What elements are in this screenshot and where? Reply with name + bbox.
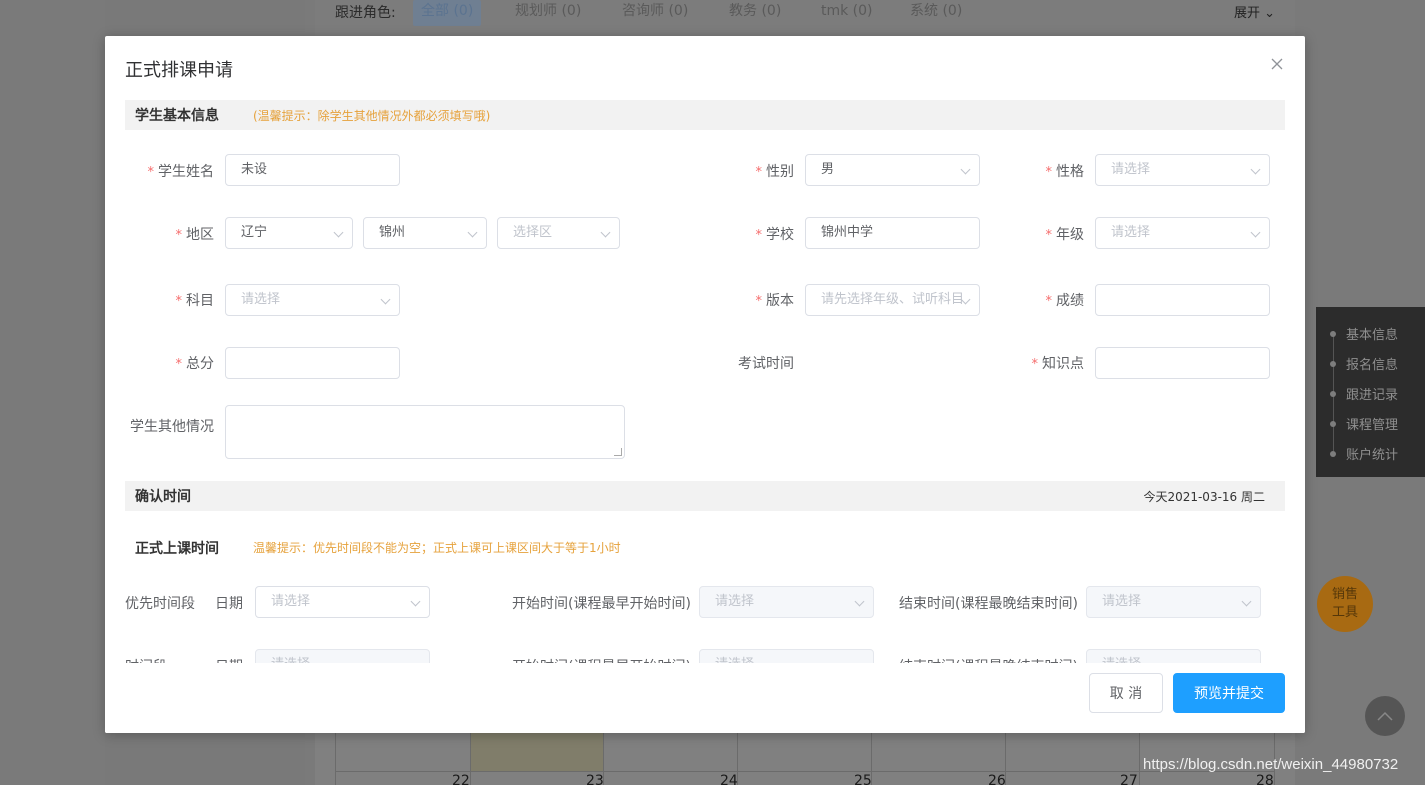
today-date: 今天2021-03-16 周二 (1143, 489, 1265, 504)
knowledge-point-input[interactable] (1095, 347, 1270, 379)
chevron-down-icon (467, 227, 478, 238)
expand-toggle[interactable]: 展开 ⌄ (1234, 2, 1275, 21)
dialog-title: 正式排课申请 (125, 60, 233, 81)
school-input[interactable]: 锦州中学 (805, 217, 980, 249)
grade-label: * 年级 (1045, 227, 1085, 243)
subject-label: * 科目 (175, 293, 215, 309)
student-name-input[interactable]: 未设 (225, 154, 400, 186)
edition-label: * 版本 (755, 293, 795, 309)
role-filter-planner[interactable]: 规划师 (0) (507, 0, 589, 26)
exam-time-label: 考试时间 (738, 356, 794, 372)
background-calendar: 22 23 24 25 26 27 28 (335, 733, 1275, 785)
role-filter-consultant[interactable]: 咨询师 (0) (614, 0, 696, 26)
chevron-down-icon (1250, 227, 1261, 238)
formal-class-time-title: 正式上课时间 (135, 541, 219, 557)
dot-icon (1330, 390, 1336, 397)
student-name-label: * 学生姓名 (147, 164, 215, 180)
dot-icon (1330, 330, 1336, 337)
knowledge-point-label: * 知识点 (1031, 356, 1085, 372)
chevron-down-icon (380, 294, 391, 305)
priority-end-time-select[interactable]: 请选择 (1086, 586, 1261, 618)
calendar-cell[interactable] (336, 733, 471, 785)
chevron-down-icon: ⌄ (1264, 6, 1275, 21)
calendar-day-number: 26 (988, 773, 1006, 785)
confirm-time-section-header: 确认时间 今天2021-03-16 周二 (125, 481, 1285, 511)
chevron-down-icon (333, 227, 344, 238)
city-select[interactable]: 锦州 (363, 217, 487, 249)
formal-schedule-dialog: 正式排课申请 学生基本信息 (温馨提示：除学生其他情况外都必须填写哦) * 学生姓… (105, 36, 1305, 733)
priority-slot-label: 优先时间段 (125, 596, 195, 612)
gender-label: * 性别 (755, 164, 795, 180)
school-label: * 学校 (755, 227, 795, 243)
end-time-label: 结束时间(课程最晚结束时间) (899, 596, 1078, 612)
close-icon[interactable] (1267, 54, 1287, 74)
calendar-day-number: 27 (1120, 773, 1138, 785)
side-anchor-nav: 基本信息 报名信息 跟进记录 课程管理 账户统计 (1316, 307, 1425, 477)
priority-start-time-select[interactable]: 请选择 (699, 586, 874, 618)
calendar-day-number: 28 (1256, 773, 1274, 785)
total-score-input[interactable] (225, 347, 400, 379)
side-nav-item-follow-up[interactable]: 跟进记录 (1330, 384, 1398, 403)
chevron-down-icon (600, 227, 611, 238)
watermark: https://blog.csdn.net/weixin_44980732 (1143, 756, 1399, 773)
calendar-cell[interactable] (471, 733, 604, 785)
dialog-footer: 取 消 预览并提交 (105, 663, 1305, 733)
subject-select[interactable]: 请选择 (225, 284, 400, 316)
student-info-section-header: 学生基本信息 (温馨提示：除学生其他情况外都必须填写哦) (125, 100, 1285, 130)
chevron-down-icon (1250, 164, 1261, 175)
section-title: 学生基本信息 (135, 108, 219, 124)
district-select[interactable]: 选择区 (497, 217, 620, 249)
calendar-day-number: 25 (854, 773, 872, 785)
chevron-up-icon (1377, 711, 1393, 721)
personality-label: * 性格 (1045, 164, 1085, 180)
dot-icon (1330, 450, 1336, 457)
sales-tool-button[interactable]: 销售 工具 (1317, 576, 1373, 632)
side-nav-item-enrollment[interactable]: 报名信息 (1330, 354, 1398, 373)
chevron-down-icon (1241, 596, 1252, 607)
gender-select[interactable]: 男 (805, 154, 980, 186)
start-time-label: 开始时间(课程最早开始时间) (512, 596, 691, 612)
role-filter-tmk[interactable]: tmk (0) (813, 0, 881, 26)
back-to-top-button[interactable] (1365, 696, 1405, 736)
role-filter-academic[interactable]: 教务 (0) (721, 0, 789, 26)
edition-select[interactable]: 请先选择年级、试听科目 (805, 284, 980, 316)
cancel-button[interactable]: 取 消 (1089, 673, 1163, 713)
calendar-day-number: 22 (452, 773, 470, 785)
calendar-cell[interactable] (872, 733, 1006, 785)
grade-select[interactable]: 请选择 (1095, 217, 1270, 249)
formal-class-time-tip: 温馨提示：优先时间段不能为空；正式上课可上课区间大于等于1小时 (253, 541, 621, 555)
date-label: 日期 (215, 596, 243, 612)
section-title: 确认时间 (135, 489, 191, 505)
calendar-cell[interactable] (738, 733, 872, 785)
personality-select[interactable]: 请选择 (1095, 154, 1270, 186)
resize-handle-icon[interactable] (614, 448, 622, 456)
calendar-day-number: 23 (586, 773, 604, 785)
chevron-down-icon (854, 596, 865, 607)
province-select[interactable]: 辽宁 (225, 217, 353, 249)
chevron-down-icon (410, 596, 421, 607)
section-tip: (温馨提示：除学生其他情况外都必须填写哦) (253, 108, 491, 123)
total-score-label: * 总分 (175, 356, 215, 372)
side-nav-item-basic-info[interactable]: 基本信息 (1330, 324, 1398, 343)
dot-icon (1330, 420, 1336, 427)
background-role-filter-bar: 跟进角色: 全部 (0) 规划师 (0) 咨询师 (0) 教务 (0) tmk … (315, 0, 1295, 36)
other-situation-label: 学生其他情况 (130, 419, 214, 435)
score-label: * 成绩 (1045, 293, 1085, 309)
role-filter-system[interactable]: 系统 (0) (902, 0, 970, 26)
score-input[interactable] (1095, 284, 1270, 316)
role-filter-all[interactable]: 全部 (0) (413, 0, 482, 26)
priority-date-select[interactable]: 请选择 (255, 586, 430, 618)
calendar-cell[interactable] (604, 733, 738, 785)
side-nav-item-courses[interactable]: 课程管理 (1330, 414, 1398, 433)
chevron-down-icon (960, 164, 971, 175)
role-filter-label: 跟进角色: (335, 5, 396, 21)
region-label: * 地区 (175, 227, 215, 243)
calendar-day-number: 24 (720, 773, 738, 785)
dot-icon (1330, 360, 1336, 367)
other-situation-textarea[interactable] (225, 405, 625, 459)
preview-submit-button[interactable]: 预览并提交 (1173, 673, 1285, 713)
side-nav-item-accounts[interactable]: 账户统计 (1330, 444, 1398, 463)
